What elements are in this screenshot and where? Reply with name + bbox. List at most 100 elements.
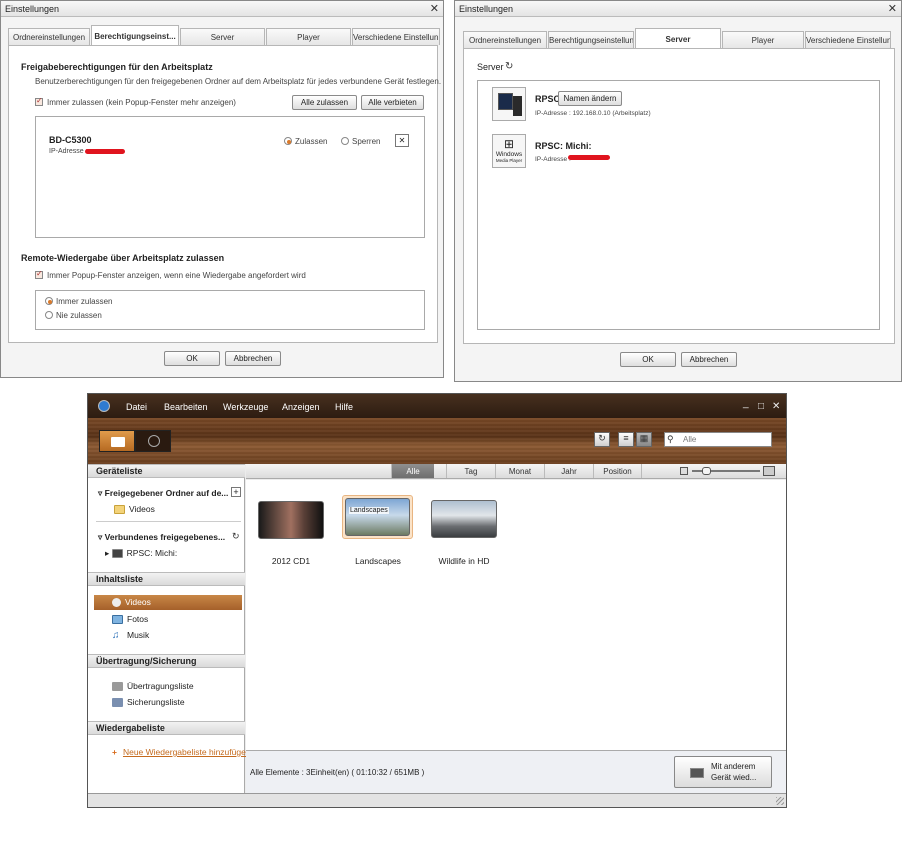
menu-edit[interactable]: Bearbeiten	[164, 402, 208, 412]
radio-always-allow[interactable]	[45, 297, 53, 305]
menu-tools[interactable]: Werkzeuge	[223, 402, 268, 412]
tab-misc-settings[interactable]: Verschiedene Einstellun...	[352, 28, 440, 45]
rpsc-device-item[interactable]: ▸ RPSC: Michi:	[105, 548, 177, 559]
backup-list-item[interactable]: Sicherungsliste	[112, 697, 185, 708]
other-device-label-1: Mit anderem	[711, 762, 756, 771]
maximize-icon[interactable]: □	[758, 401, 764, 412]
section-remote-playback-title: Remote-Wiedergabe über Arbeitsplatz zula…	[21, 253, 225, 263]
dialog-title: Einstellungen	[459, 4, 514, 14]
allow-radio[interactable]	[284, 137, 292, 145]
filter-tab-month[interactable]: Monat	[495, 464, 544, 478]
close-icon[interactable]: ✕	[430, 2, 439, 15]
content-header: Inhaltsliste	[88, 572, 245, 586]
menubar: Datei Bearbeiten Werkzeuge Anzeigen Hilf…	[88, 394, 786, 418]
settings-dialog-server: Einstellungen ✕ Ordnereinstellungen Bere…	[454, 0, 902, 382]
device-icon	[690, 768, 704, 778]
menu-view[interactable]: Anzeigen	[282, 402, 320, 412]
video-thumb-2012-cd1[interactable]	[258, 501, 324, 539]
tab-permissions[interactable]: Berechtigungseinst...	[91, 25, 179, 45]
filter-tab-year[interactable]: Jahr	[544, 464, 593, 478]
server1-ip: IP-Adresse : 192.168.0.10 (Arbeitsplatz)	[535, 110, 651, 117]
grid-view-icon[interactable]: ▦	[636, 432, 652, 447]
backup-icon	[112, 698, 123, 708]
video-thumb-landscapes[interactable]: Landscapes	[345, 498, 410, 536]
remove-device-button[interactable]: ✕	[395, 134, 409, 147]
ok-button[interactable]: OK	[620, 352, 676, 367]
tab-player[interactable]: Player	[722, 31, 804, 48]
large-thumb-icon	[763, 466, 775, 476]
tab-folder-settings[interactable]: Ordnereinstellungen	[463, 31, 547, 48]
folder-mode-button[interactable]	[99, 430, 135, 452]
refresh-icon[interactable]: ↻	[505, 61, 513, 72]
connected-shared-item[interactable]: ▿ Verbundenes freigegebenes...	[98, 532, 225, 543]
deny-all-button[interactable]: Alle verbieten	[361, 95, 424, 110]
status-text: Alle Elemente : 3Einheit(en) ( 01:10:32 …	[250, 768, 425, 777]
transfer-icon	[112, 682, 123, 692]
content-photos-item[interactable]: Fotos	[112, 614, 148, 625]
device-ip-label: IP-Adresse :	[49, 148, 88, 155]
dialog-title-bar: Einstellungen ✕	[455, 1, 901, 17]
devices-header: Geräteliste	[88, 464, 245, 478]
zoom-slider-handle[interactable]	[702, 467, 711, 475]
tab-permissions[interactable]: Berechtigungseinstellun...	[548, 31, 634, 48]
dialog-title-bar: Einstellungen ✕	[1, 1, 443, 17]
block-radio-label: Sperren	[352, 137, 381, 146]
always-popup-checkbox[interactable]	[35, 269, 43, 279]
tab-folder-settings[interactable]: Ordnereinstellungen	[8, 28, 90, 45]
radio-never-allow[interactable]	[45, 311, 53, 319]
play-on-other-device-button[interactable]: Mit anderem Gerät wied...	[674, 756, 772, 788]
filter-bar: Alle Tag Monat Jahr Position	[246, 464, 786, 479]
always-allow-checkbox[interactable]	[35, 96, 43, 106]
tab-server[interactable]: Server	[180, 28, 265, 45]
allow-all-button[interactable]: Alle zulassen	[292, 95, 357, 110]
media-app-window: Datei Bearbeiten Werkzeuge Anzeigen Hilf…	[87, 393, 787, 808]
filter-tab-all[interactable]: Alle	[391, 464, 434, 478]
search-input[interactable]: Alle	[664, 432, 772, 447]
dialog-title: Einstellungen	[5, 4, 60, 14]
server2-name: RPSC: Michi:	[535, 141, 592, 151]
list-view-icon[interactable]: ≡	[618, 432, 634, 447]
play-mode-button[interactable]	[135, 430, 171, 452]
block-radio[interactable]	[341, 137, 349, 145]
add-folder-icon[interactable]: +	[231, 487, 241, 497]
content-music-item[interactable]: ♫ Musik	[112, 630, 149, 641]
section-share-permissions-title: Freigabeberechtigungen für den Arbeitspl…	[21, 62, 213, 72]
server2-ip-label: IP-Adresse :	[535, 156, 571, 163]
filter-tab-day[interactable]: Tag	[446, 464, 495, 478]
section-share-permissions-desc: Benutzerberechtigungen für den freigegeb…	[35, 77, 442, 86]
cancel-button[interactable]: Abbrechen	[681, 352, 737, 367]
filter-tab-position[interactable]: Position	[593, 464, 642, 478]
film-reel-icon	[112, 598, 121, 608]
content-videos-item[interactable]: Videos	[112, 597, 151, 608]
ok-button[interactable]: OK	[164, 351, 220, 366]
wmp-label-1: Windows	[495, 151, 523, 158]
video-label-landscapes: Landscapes	[355, 556, 401, 566]
add-playlist-link[interactable]: + Neue Wiedergabeliste hinzufügen	[112, 747, 251, 757]
shared-folder-item[interactable]: ▿ Freigegebener Ordner auf de...	[98, 488, 228, 499]
tab-server[interactable]: Server	[635, 28, 721, 48]
small-thumb-icon	[680, 467, 688, 475]
windows-media-player-icon: ⊞ Windows Media Player	[492, 134, 526, 168]
toolbar: ↻ ≡ ▦ Alle ⚲	[88, 418, 786, 464]
pc-icon	[111, 549, 123, 559]
tab-misc-settings[interactable]: Verschiedene Einstellun...	[805, 31, 891, 48]
menu-file[interactable]: Datei	[126, 402, 147, 412]
refresh-icon[interactable]: ↻	[594, 432, 610, 447]
refresh-icon[interactable]: ↻	[232, 531, 240, 542]
photo-icon	[112, 615, 123, 625]
video-thumb-wildlife[interactable]	[431, 500, 497, 538]
radio-always-allow-label: Immer zulassen	[56, 297, 113, 306]
redaction-mark	[85, 149, 125, 154]
cancel-button[interactable]: Abbrechen	[225, 351, 281, 366]
video-label-wildlife: Wildlife in HD	[438, 556, 490, 566]
rename-button[interactable]: Namen ändern	[558, 91, 622, 106]
transfer-list-item[interactable]: Übertragungsliste	[112, 681, 194, 692]
close-icon[interactable]: ✕	[888, 2, 897, 15]
folder-icon	[114, 505, 125, 515]
resize-grip-icon[interactable]	[776, 797, 784, 805]
videos-folder-item[interactable]: Videos	[114, 504, 155, 515]
close-icon[interactable]: ✕	[772, 401, 780, 412]
menu-help[interactable]: Hilfe	[335, 402, 353, 412]
minimize-icon[interactable]: _	[743, 398, 749, 409]
tab-player[interactable]: Player	[266, 28, 351, 45]
